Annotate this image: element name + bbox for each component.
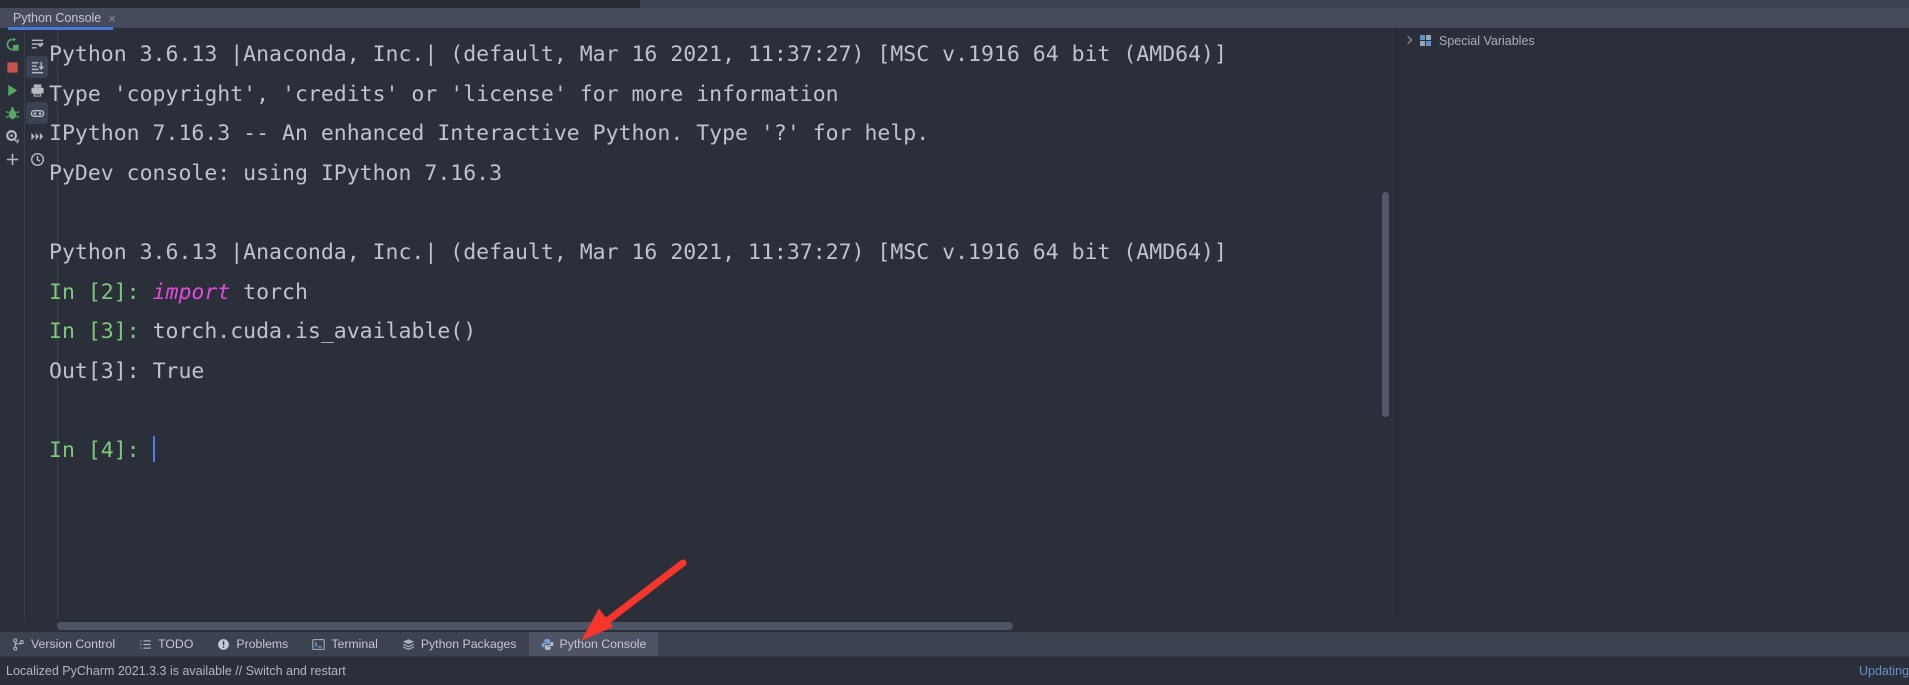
console-view-toolbar (25, 30, 49, 625)
console-segment: In [2]: (49, 279, 153, 305)
special-variables-label: Special Variables (1439, 34, 1535, 48)
tab-label: Python Console (13, 11, 102, 25)
pycharm-window: Python Console × Python 3.6.13 |Anaconda… (0, 0, 1909, 685)
status-bar: Localized PyCharm 2021.3.3 is available … (0, 656, 1909, 685)
packages-icon (402, 638, 415, 651)
console-line: Python 3.6.13 |Anaconda, Inc.| (default,… (49, 35, 1227, 75)
special-variables-row[interactable]: Special Variables (1397, 30, 1909, 52)
tool-window-label: Problems (236, 637, 289, 651)
close-icon[interactable]: × (108, 12, 116, 25)
status-message[interactable]: Localized PyCharm 2021.3.3 is available … (6, 664, 346, 678)
console-line: IPython 7.16.3 -- An enhanced Interactiv… (49, 114, 1227, 154)
branch-icon (12, 637, 25, 651)
terminal-icon (312, 638, 326, 651)
top-strip-dark-segment (0, 0, 640, 8)
top-strip (0, 0, 1909, 8)
console-segment: Python 3.6.13 |Anaconda, Inc.| (default,… (49, 239, 1227, 265)
console-line: In [3]: torch.cuda.is_available() (49, 312, 1227, 352)
settings-icon[interactable] (1, 125, 23, 147)
show-variables-icon[interactable] (26, 102, 48, 124)
python-console-output[interactable]: Python 3.6.13 |Anaconda, Inc.| (default,… (49, 30, 1397, 618)
console-vertical-scrollbar-thumb[interactable] (1382, 192, 1389, 417)
tool-window-button-todo[interactable]: TODO (127, 632, 205, 656)
console-segment: True (152, 358, 205, 384)
bottom-left-filler (0, 618, 49, 632)
console-segment: torch (230, 279, 308, 305)
tool-window-button-terminal[interactable]: Terminal (300, 632, 389, 656)
debug-icon[interactable] (1, 102, 23, 124)
console-text[interactable]: Python 3.6.13 |Anaconda, Inc.| (default,… (49, 30, 1227, 471)
console-segment: Python 3.6.13 |Anaconda, Inc.| (default,… (49, 42, 1227, 67)
console-horizontal-scrollbar-thumb[interactable] (57, 622, 1013, 630)
console-segment: PyDev console: using IPython 7.16.3 (49, 160, 503, 186)
console-segment: In [3]: (49, 319, 153, 345)
tool-window-label: Version Control (31, 637, 116, 651)
scroll-to-end-icon[interactable] (26, 56, 48, 78)
python-console-icon (541, 638, 554, 651)
console-actions-toolbar (0, 30, 24, 625)
tool-window-button-python-packages[interactable]: Python Packages (390, 632, 529, 656)
soft-wrap-icon[interactable] (26, 33, 48, 55)
console-tabbar: Python Console × (0, 8, 1909, 28)
text-caret (152, 435, 155, 462)
console-segment: import (152, 279, 231, 305)
tool-window-label: Python Console (559, 637, 647, 651)
stop-icon[interactable] (1, 56, 23, 78)
tool-window-label: TODO (158, 637, 194, 651)
console-line: Type 'copyright', 'credits' or 'license'… (49, 75, 1227, 115)
tool-window-button-python-console[interactable]: Python Console (528, 632, 659, 656)
tool-window-bar: Version Control TODO Problems Terminal Pytho… (0, 632, 1909, 656)
console-line: PyDev console: using IPython 7.16.3 (49, 154, 1227, 194)
rerun-icon[interactable] (1, 33, 23, 55)
tool-window-label: Python Packages (420, 637, 517, 651)
console-line: Python 3.6.13 |Anaconda, Inc.| (default,… (49, 233, 1227, 273)
console-segment: In [4]: (49, 437, 153, 463)
special-variables-pane: Special Variables (1397, 30, 1909, 618)
run-all-icon[interactable] (26, 125, 48, 147)
console-line: Out[3]: True (49, 352, 1227, 392)
status-updating-message: Updating (1859, 664, 1909, 678)
bottom-right-filler (1397, 618, 1909, 632)
history-icon[interactable] (26, 148, 48, 170)
problems-icon (217, 638, 230, 651)
console-segment: Type 'copyright', 'credits' or 'license'… (49, 81, 839, 107)
variables-grid-icon (1420, 35, 1432, 47)
console-segment: IPython 7.16.3 -- An enhanced Interactiv… (49, 121, 930, 147)
print-icon[interactable] (26, 79, 48, 101)
add-icon[interactable] (1, 148, 23, 170)
todo-list-icon (139, 638, 152, 651)
chevron-right-icon[interactable] (1404, 37, 1413, 46)
tool-window-button-version-control[interactable]: Version Control (0, 632, 127, 656)
console-line: In [4]: (49, 431, 1227, 471)
run-icon[interactable] (1, 79, 23, 101)
tool-window-button-problems[interactable]: Problems (205, 632, 300, 656)
console-segment: torch.cuda.is_available() (152, 319, 477, 345)
console-segment: Out[3]: (49, 358, 153, 384)
tab-python-console[interactable]: Python Console × (0, 8, 125, 28)
tool-window-label: Terminal (331, 637, 378, 651)
console-line: In [2]: import torch (49, 273, 1227, 313)
